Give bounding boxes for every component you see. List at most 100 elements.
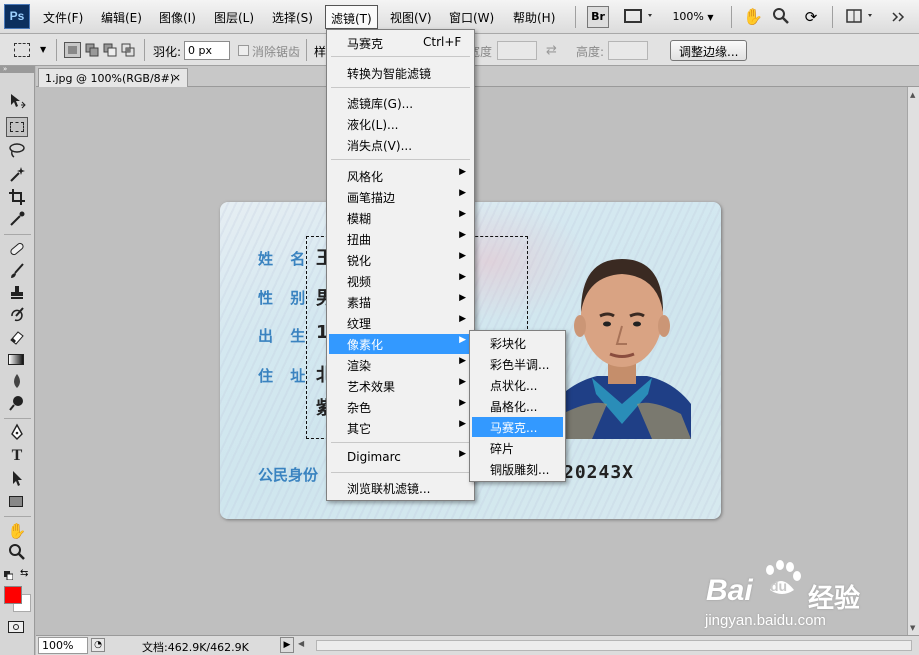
rotate-view-icon[interactable]: ⟳ bbox=[800, 6, 822, 28]
menu-item-noise[interactable]: 杂色 ▶ bbox=[329, 397, 472, 417]
rectangle-tool-icon[interactable] bbox=[6, 492, 28, 512]
foreground-color-swatch[interactable] bbox=[4, 586, 22, 604]
menu-item-other[interactable]: 其它 ▶ bbox=[329, 418, 472, 438]
menu-item-artistic[interactable]: 艺术效果 ▶ bbox=[329, 376, 472, 396]
refine-edge-button[interactable]: 调整边缘... bbox=[670, 40, 748, 61]
vertical-scrollbar[interactable]: ▲ ▼ bbox=[907, 87, 919, 636]
menu-layer[interactable]: 图层(L) bbox=[214, 9, 254, 26]
menu-edit[interactable]: 编辑(E) bbox=[101, 9, 142, 26]
menu-select[interactable]: 选择(S) bbox=[272, 9, 313, 26]
menu-item-sharpen[interactable]: 锐化 ▶ bbox=[329, 250, 472, 270]
blur-tool-icon[interactable] bbox=[6, 372, 28, 392]
scroll-down-icon[interactable]: ▼ bbox=[910, 624, 915, 632]
dodge-tool-icon[interactable] bbox=[6, 394, 28, 414]
submenu-item-facet[interactable]: 彩块化 bbox=[472, 333, 563, 353]
panel-collapse-icon[interactable]: » bbox=[0, 66, 35, 73]
new-selection-icon[interactable] bbox=[64, 42, 81, 58]
submenu-item-fragment[interactable]: 碎片 bbox=[472, 438, 563, 458]
brush-tool-icon[interactable] bbox=[6, 262, 28, 282]
zoom-tool-icon[interactable] bbox=[770, 6, 792, 28]
menu-help[interactable]: 帮助(H) bbox=[513, 9, 555, 26]
status-menu-arrow-icon[interactable]: ▶ bbox=[280, 637, 294, 653]
clone-stamp-tool-icon[interactable] bbox=[6, 284, 28, 304]
chevron-down-icon[interactable]: ▼ bbox=[40, 45, 46, 54]
document-tab-bar: 1.jpg @ 100%(RGB/8#) × bbox=[36, 66, 919, 87]
submenu-item-mosaic[interactable]: 马赛克... bbox=[472, 417, 563, 437]
separator bbox=[331, 159, 470, 160]
menu-filter[interactable]: 滤镜(T) bbox=[325, 5, 378, 29]
menu-item-render[interactable]: 渲染 ▶ bbox=[329, 355, 472, 375]
submenu-item-mezzotint[interactable]: 铜版雕刻... bbox=[472, 459, 563, 479]
healing-brush-tool-icon[interactable] bbox=[6, 240, 28, 260]
submenu-item-crystallize[interactable]: 晶格化... bbox=[472, 396, 563, 416]
swap-colors-icon[interactable]: ⇆ bbox=[20, 568, 28, 579]
menu-image[interactable]: 图像(I) bbox=[159, 9, 196, 26]
intersect-selection-icon[interactable] bbox=[120, 42, 137, 58]
separator bbox=[4, 234, 31, 235]
hand-tool-icon[interactable]: ✋ bbox=[6, 521, 28, 541]
status-zoom-field[interactable]: 100% bbox=[38, 637, 88, 654]
document-tab[interactable]: 1.jpg @ 100%(RGB/8#) × bbox=[38, 68, 188, 87]
scroll-up-icon[interactable]: ▲ bbox=[910, 91, 915, 99]
marquee-tool-icon[interactable] bbox=[6, 117, 28, 137]
type-tool-icon[interactable]: T bbox=[6, 446, 28, 466]
submenu-item-color-halftone[interactable]: 彩色半调... bbox=[472, 354, 563, 374]
workspace-switcher-icon[interactable] bbox=[886, 6, 914, 28]
antialias-checkbox[interactable] bbox=[238, 45, 249, 56]
menu-file[interactable]: 文件(F) bbox=[43, 9, 83, 26]
gradient-tool-icon[interactable] bbox=[6, 350, 28, 370]
menu-item-digimarc[interactable]: Digimarc ▶ bbox=[329, 448, 472, 468]
pixelate-submenu: 彩块化 彩色半调... 点状化... 晶格化... 马赛克... 碎片 铜版雕刻… bbox=[469, 330, 566, 482]
horizontal-scrollbar[interactable] bbox=[316, 640, 912, 651]
menu-item-last-filter[interactable]: 马赛克 Ctrl+F bbox=[329, 33, 472, 53]
menu-item-pixelate[interactable]: 像素化 ▶ bbox=[329, 334, 472, 354]
menu-item-blur[interactable]: 模糊 ▶ bbox=[329, 208, 472, 228]
crop-tool-icon[interactable] bbox=[6, 188, 28, 208]
separator bbox=[331, 442, 470, 443]
menu-item-browse-online-filters[interactable]: 浏览联机滤镜... bbox=[329, 478, 472, 498]
pen-tool-icon[interactable] bbox=[6, 423, 28, 443]
hand-tool-icon[interactable]: ✋ bbox=[742, 6, 764, 28]
history-brush-tool-icon[interactable] bbox=[6, 306, 28, 326]
marquee-preset-icon[interactable] bbox=[14, 43, 30, 57]
menu-item-video[interactable]: 视频 ▶ bbox=[329, 271, 472, 291]
zoom-tool-icon[interactable] bbox=[6, 543, 28, 563]
menu-item-vanishing-point[interactable]: 消失点(V)... bbox=[329, 135, 472, 155]
menu-item-filter-gallery[interactable]: 滤镜库(G)... bbox=[329, 93, 472, 113]
menu-item-distort[interactable]: 扭曲 ▶ bbox=[329, 229, 472, 249]
quick-mask-icon[interactable] bbox=[6, 618, 28, 638]
add-to-selection-icon[interactable] bbox=[84, 42, 101, 58]
height-input bbox=[608, 41, 648, 60]
lasso-tool-icon[interactable] bbox=[6, 141, 28, 161]
label-address: 住 址 bbox=[258, 367, 312, 385]
menu-item-label: 马赛克 bbox=[347, 37, 384, 51]
default-colors-icon[interactable] bbox=[4, 569, 14, 581]
zoom-level-select[interactable]: 100% ▼ bbox=[668, 6, 718, 28]
status-bar: 100% ◔ 文档:462.9K/462.9K ▶ ◀ bbox=[36, 635, 919, 655]
menu-item-brush-strokes[interactable]: 画笔描边 ▶ bbox=[329, 187, 472, 207]
screen-mode-icon[interactable] bbox=[621, 6, 657, 28]
menu-item-label: 渲染 bbox=[347, 359, 372, 373]
menu-view[interactable]: 视图(V) bbox=[390, 9, 432, 26]
magic-wand-tool-icon[interactable] bbox=[6, 165, 28, 185]
eyedropper-tool-icon[interactable] bbox=[6, 210, 28, 230]
eraser-tool-icon[interactable] bbox=[6, 328, 28, 348]
menu-window[interactable]: 窗口(W) bbox=[449, 9, 494, 26]
bridge-button[interactable]: Br bbox=[587, 6, 609, 28]
arrange-documents-icon[interactable] bbox=[843, 6, 881, 28]
submenu-arrow-icon: ▶ bbox=[459, 251, 466, 261]
path-selection-tool-icon[interactable] bbox=[6, 469, 28, 489]
move-tool-icon[interactable] bbox=[6, 92, 28, 112]
menu-item-convert-smart-filter[interactable]: 转换为智能滤镜 bbox=[329, 63, 472, 83]
menu-item-texture[interactable]: 纹理 ▶ bbox=[329, 313, 472, 333]
status-options-icon[interactable]: ◔ bbox=[91, 638, 105, 652]
scroll-left-icon[interactable]: ◀ bbox=[298, 639, 304, 648]
submenu-arrow-icon: ▶ bbox=[459, 377, 466, 387]
submenu-item-pointillize[interactable]: 点状化... bbox=[472, 375, 563, 395]
feather-input[interactable]: 0 px bbox=[184, 41, 230, 60]
menu-item-liquify[interactable]: 液化(L)... bbox=[329, 114, 472, 134]
menu-item-sketch[interactable]: 素描 ▶ bbox=[329, 292, 472, 312]
close-icon[interactable]: × bbox=[172, 71, 181, 84]
subtract-selection-icon[interactable] bbox=[102, 42, 119, 58]
menu-item-stylize[interactable]: 风格化 ▶ bbox=[329, 166, 472, 186]
